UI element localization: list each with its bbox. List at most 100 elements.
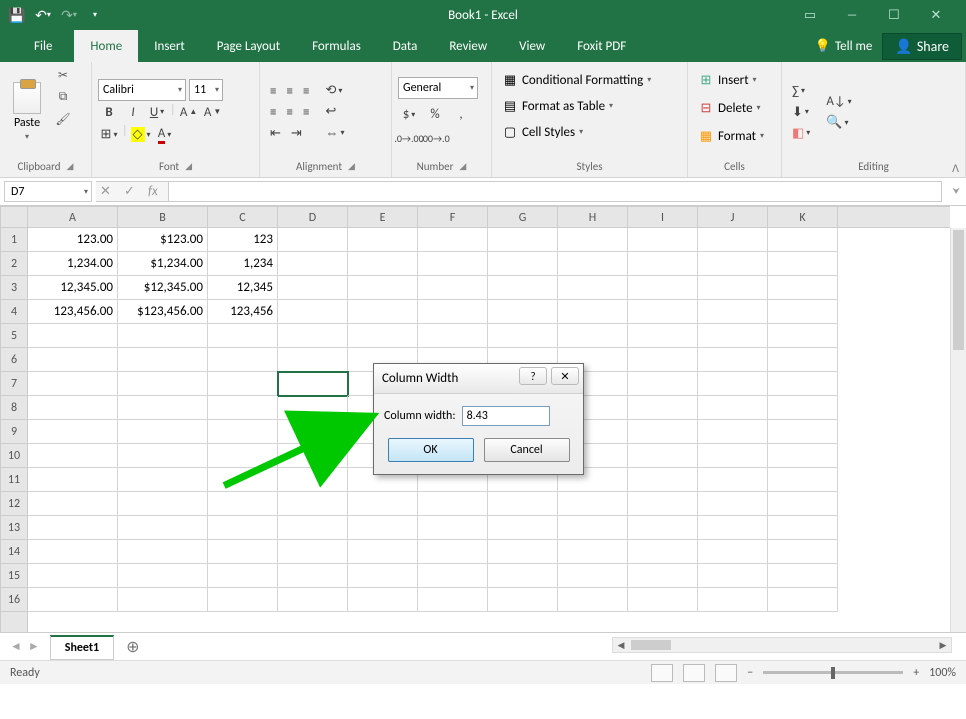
cell[interactable] bbox=[698, 324, 768, 348]
font-dialog-launcher-icon[interactable]: ◢ bbox=[185, 161, 192, 172]
qat-customize-icon[interactable]: ▾ bbox=[86, 6, 104, 24]
ok-button[interactable]: OK bbox=[388, 438, 474, 462]
zoom-in-icon[interactable]: + bbox=[913, 666, 919, 680]
cell[interactable] bbox=[28, 468, 118, 492]
cell[interactable] bbox=[348, 324, 418, 348]
cell[interactable]: 1,234 bbox=[208, 252, 278, 276]
sort-filter-button[interactable]: A↓▾ bbox=[822, 92, 855, 111]
cell[interactable] bbox=[558, 588, 628, 612]
merge-center-button[interactable]: ⇔▾ bbox=[321, 123, 348, 143]
formula-input[interactable] bbox=[169, 181, 942, 202]
delete-cells-button[interactable]: ⊟Delete▾ bbox=[694, 98, 775, 118]
cell[interactable] bbox=[118, 540, 208, 564]
column-header[interactable]: B bbox=[118, 207, 208, 227]
cell[interactable] bbox=[118, 588, 208, 612]
clear-button[interactable]: ◧▾ bbox=[788, 124, 814, 143]
increase-indent-icon[interactable]: ⇥ bbox=[287, 124, 306, 143]
cell[interactable] bbox=[488, 588, 558, 612]
paste-button[interactable]: Paste ▾ bbox=[6, 66, 48, 158]
cell[interactable] bbox=[28, 444, 118, 468]
cell[interactable] bbox=[698, 540, 768, 564]
cell[interactable] bbox=[278, 420, 348, 444]
cell[interactable] bbox=[768, 540, 838, 564]
column-header[interactable]: K bbox=[768, 207, 838, 227]
decrease-decimal-icon[interactable]: .00→.0 bbox=[424, 130, 446, 147]
cell[interactable] bbox=[698, 444, 768, 468]
select-all-corner[interactable] bbox=[0, 206, 28, 228]
dialog-close-icon[interactable]: ✕ bbox=[551, 367, 579, 385]
cell[interactable] bbox=[698, 492, 768, 516]
cell[interactable]: 123,456.00 bbox=[28, 300, 118, 324]
cell[interactable] bbox=[418, 228, 488, 252]
zoom-level[interactable]: 100% bbox=[929, 666, 956, 680]
row-header[interactable]: 4 bbox=[1, 300, 27, 324]
cell[interactable] bbox=[278, 228, 348, 252]
expand-formula-bar-icon[interactable]: ⮟ bbox=[946, 178, 966, 205]
cell[interactable] bbox=[348, 516, 418, 540]
cell[interactable] bbox=[278, 588, 348, 612]
column-header[interactable]: H bbox=[558, 207, 628, 227]
save-icon[interactable]: 💾 bbox=[8, 6, 26, 24]
italic-button[interactable]: I bbox=[122, 103, 144, 122]
tab-formulas[interactable]: Formulas bbox=[296, 30, 377, 62]
cell[interactable] bbox=[28, 540, 118, 564]
sheet-tab-active[interactable]: Sheet1 bbox=[50, 635, 114, 660]
decrease-indent-icon[interactable]: ⇤ bbox=[266, 124, 285, 143]
cell[interactable] bbox=[418, 492, 488, 516]
orientation-button[interactable]: ⟲▾ bbox=[321, 81, 348, 100]
scroll-right-icon[interactable]: ▶ bbox=[935, 638, 951, 652]
increase-decimal-icon[interactable]: .0→.00 bbox=[398, 130, 420, 147]
cell[interactable]: $1,234.00 bbox=[118, 252, 208, 276]
cell[interactable] bbox=[28, 492, 118, 516]
add-sheet-button[interactable]: ⊕ bbox=[114, 633, 151, 660]
cell[interactable] bbox=[698, 396, 768, 420]
cell[interactable] bbox=[118, 492, 208, 516]
format-cells-button[interactable]: ▦Format▾ bbox=[694, 126, 775, 146]
insert-function-icon[interactable]: fx bbox=[144, 182, 168, 201]
row-header[interactable]: 8 bbox=[1, 396, 27, 420]
font-name-select[interactable]: Calibri▾ bbox=[98, 79, 186, 101]
row-header[interactable]: 6 bbox=[1, 348, 27, 372]
cell[interactable] bbox=[278, 396, 348, 420]
cell[interactable]: $123.00 bbox=[118, 228, 208, 252]
align-middle-icon[interactable]: ≡ bbox=[282, 82, 296, 101]
autosum-button[interactable]: ∑▾ bbox=[788, 82, 814, 101]
cell[interactable] bbox=[208, 492, 278, 516]
cell[interactable] bbox=[768, 468, 838, 492]
cell[interactable] bbox=[628, 516, 698, 540]
cell[interactable] bbox=[628, 468, 698, 492]
cell[interactable] bbox=[118, 564, 208, 588]
cell[interactable] bbox=[698, 468, 768, 492]
cell[interactable] bbox=[208, 564, 278, 588]
cell[interactable] bbox=[628, 276, 698, 300]
name-box[interactable]: D7▾ bbox=[4, 181, 92, 202]
cell[interactable] bbox=[768, 588, 838, 612]
cell[interactable] bbox=[628, 300, 698, 324]
cell[interactable] bbox=[118, 348, 208, 372]
cell[interactable] bbox=[348, 300, 418, 324]
cell[interactable] bbox=[418, 540, 488, 564]
row-header[interactable]: 12 bbox=[1, 492, 27, 516]
normal-view-icon[interactable] bbox=[651, 664, 673, 682]
cell[interactable] bbox=[118, 372, 208, 396]
cell[interactable] bbox=[278, 564, 348, 588]
find-select-button[interactable]: 🔍▾ bbox=[822, 113, 855, 132]
cell[interactable] bbox=[558, 276, 628, 300]
cell[interactable] bbox=[28, 324, 118, 348]
cell[interactable] bbox=[698, 348, 768, 372]
align-center-icon[interactable]: ≡ bbox=[282, 103, 296, 122]
cell[interactable] bbox=[418, 588, 488, 612]
column-header[interactable]: G bbox=[488, 207, 558, 227]
cell[interactable] bbox=[118, 396, 208, 420]
page-break-view-icon[interactable] bbox=[715, 664, 737, 682]
fill-button[interactable]: ⬇▾ bbox=[788, 103, 814, 122]
cell[interactable] bbox=[348, 540, 418, 564]
zoom-knob[interactable] bbox=[831, 667, 835, 679]
tab-page-layout[interactable]: Page Layout bbox=[201, 30, 296, 62]
cell[interactable] bbox=[278, 348, 348, 372]
scrollbar-thumb[interactable] bbox=[953, 230, 964, 350]
cell[interactable] bbox=[278, 444, 348, 468]
align-right-icon[interactable]: ≡ bbox=[299, 103, 313, 122]
cell-styles-button[interactable]: ▢Cell Styles▾ bbox=[498, 122, 681, 142]
cell[interactable] bbox=[118, 324, 208, 348]
